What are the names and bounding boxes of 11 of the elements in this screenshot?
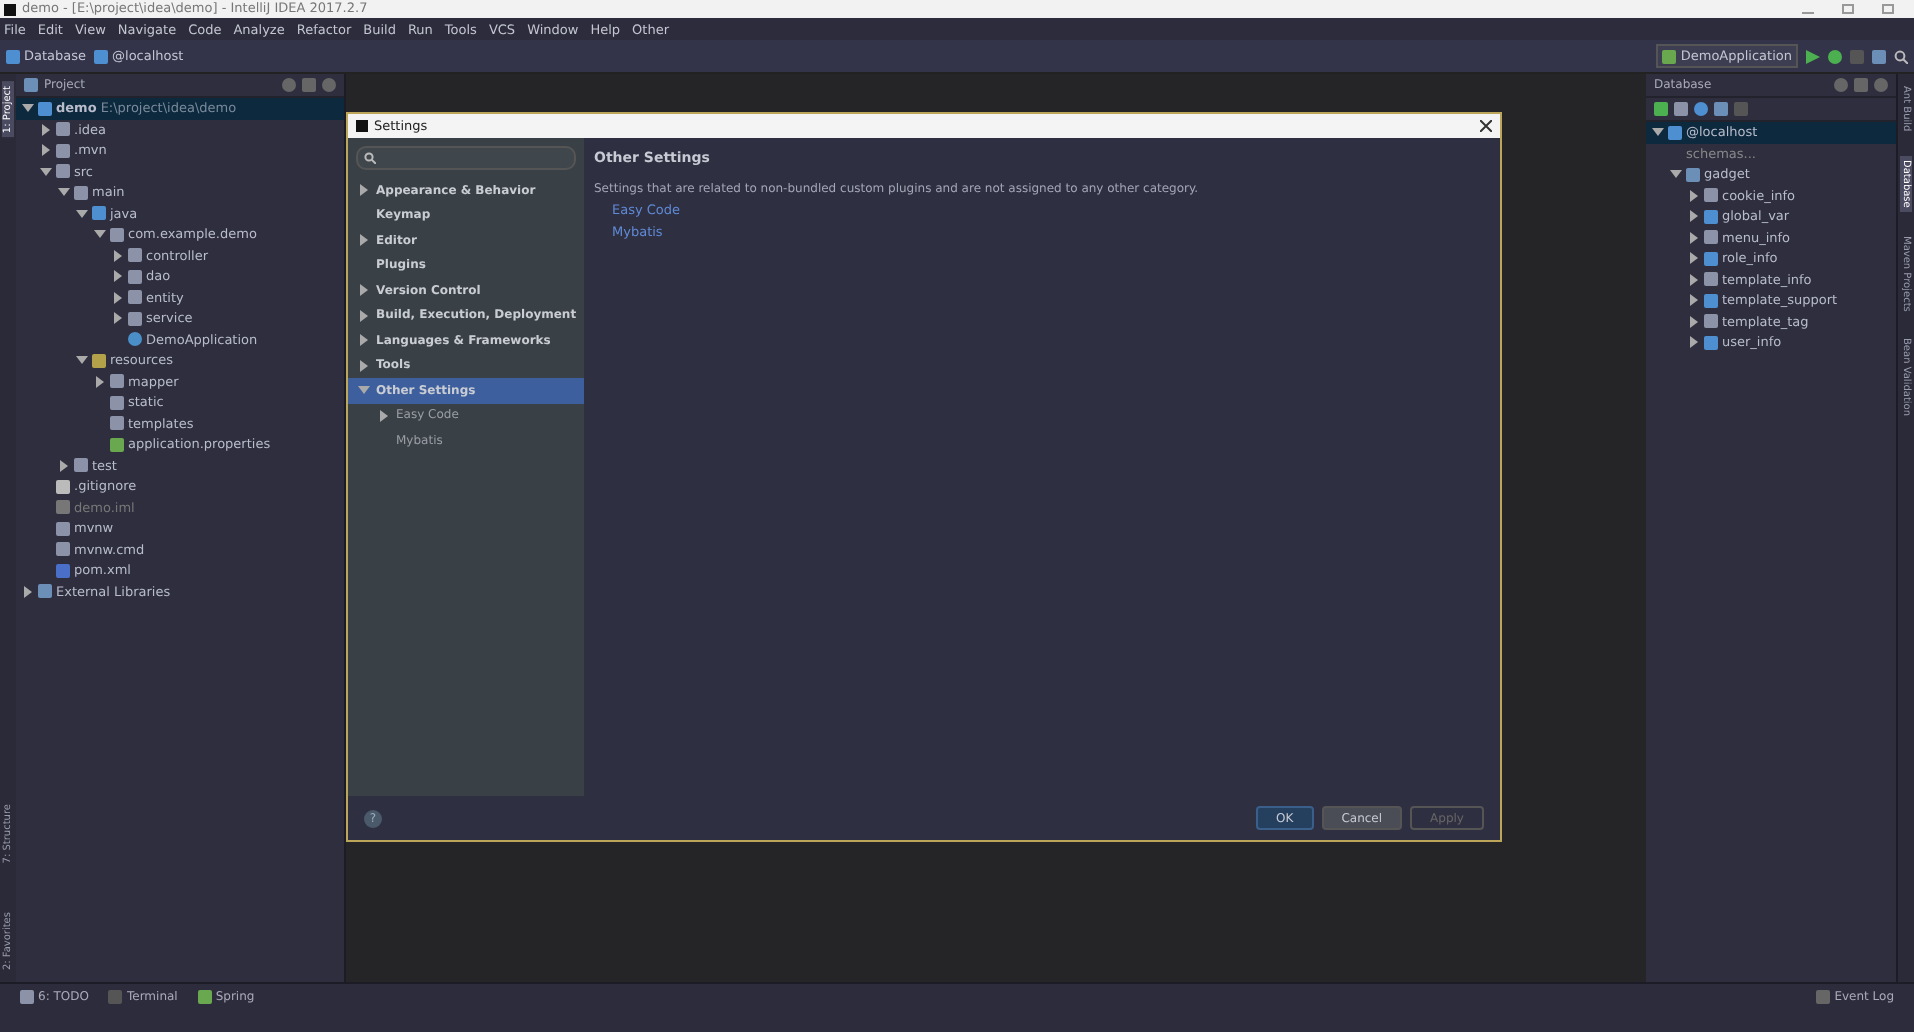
app-logo-icon xyxy=(4,3,16,15)
collapsed-arrow-icon[interactable] xyxy=(360,234,368,247)
search-icon[interactable] xyxy=(1894,49,1908,63)
collapsed-arrow-icon[interactable] xyxy=(360,184,368,197)
collapsed-arrow-icon[interactable] xyxy=(380,409,388,422)
maximize-icon[interactable] xyxy=(1842,4,1854,14)
app-logo-icon xyxy=(356,120,368,132)
search-icon xyxy=(364,152,376,164)
search-field[interactable] xyxy=(356,146,576,170)
close-icon[interactable] xyxy=(1480,120,1492,132)
run-icon[interactable] xyxy=(1806,49,1820,63)
